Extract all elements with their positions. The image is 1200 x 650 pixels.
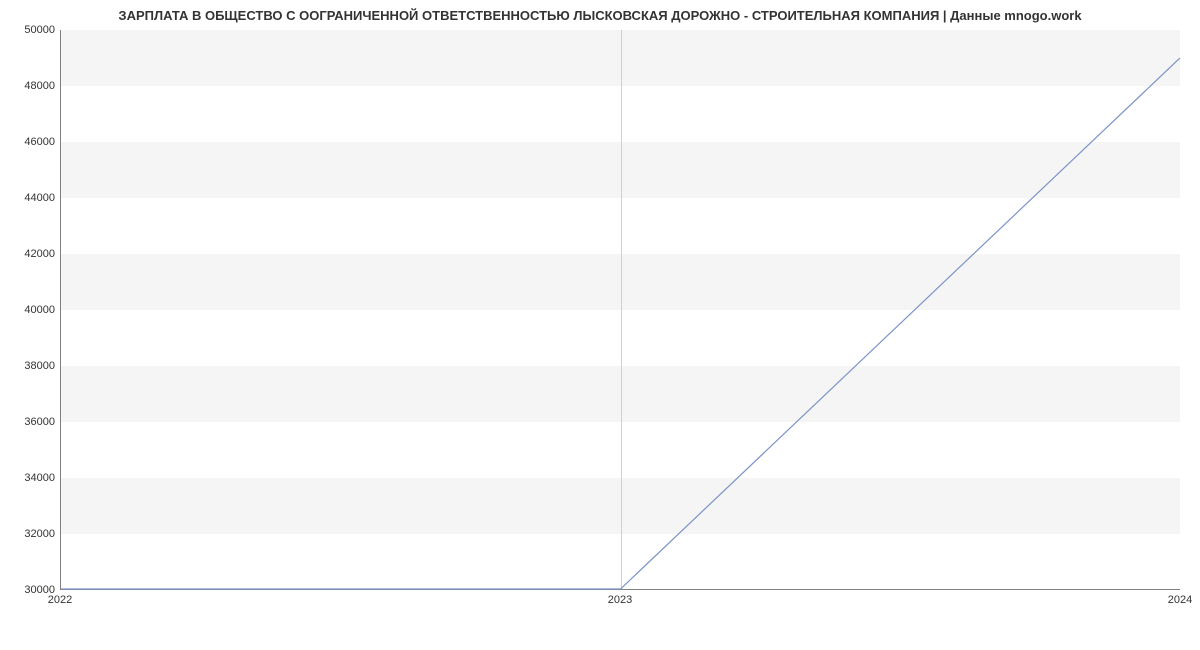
y-tick-label: 40000 — [5, 304, 55, 316]
x-tick-label: 2022 — [48, 594, 72, 606]
series-layer — [61, 30, 1180, 589]
x-tick-label: 2023 — [608, 594, 632, 606]
y-tick-label: 32000 — [5, 528, 55, 540]
y-tick-label: 36000 — [5, 416, 55, 428]
chart-container: ЗАРПЛАТА В ОБЩЕСТВО С ООГРАНИЧЕННОЙ ОТВЕ… — [0, 0, 1200, 650]
y-tick-label: 34000 — [5, 472, 55, 484]
y-tick-label: 44000 — [5, 192, 55, 204]
chart-title: ЗАРПЛАТА В ОБЩЕСТВО С ООГРАНИЧЕННОЙ ОТВЕ… — [0, 0, 1200, 23]
plot-area — [60, 30, 1180, 590]
y-tick-label: 50000 — [5, 24, 55, 36]
series-salary — [61, 58, 1180, 589]
y-tick-label: 48000 — [5, 80, 55, 92]
y-tick-label: 38000 — [5, 360, 55, 372]
x-tick-label: 2024 — [1168, 594, 1192, 606]
y-tick-label: 46000 — [5, 136, 55, 148]
y-tick-label: 42000 — [5, 248, 55, 260]
